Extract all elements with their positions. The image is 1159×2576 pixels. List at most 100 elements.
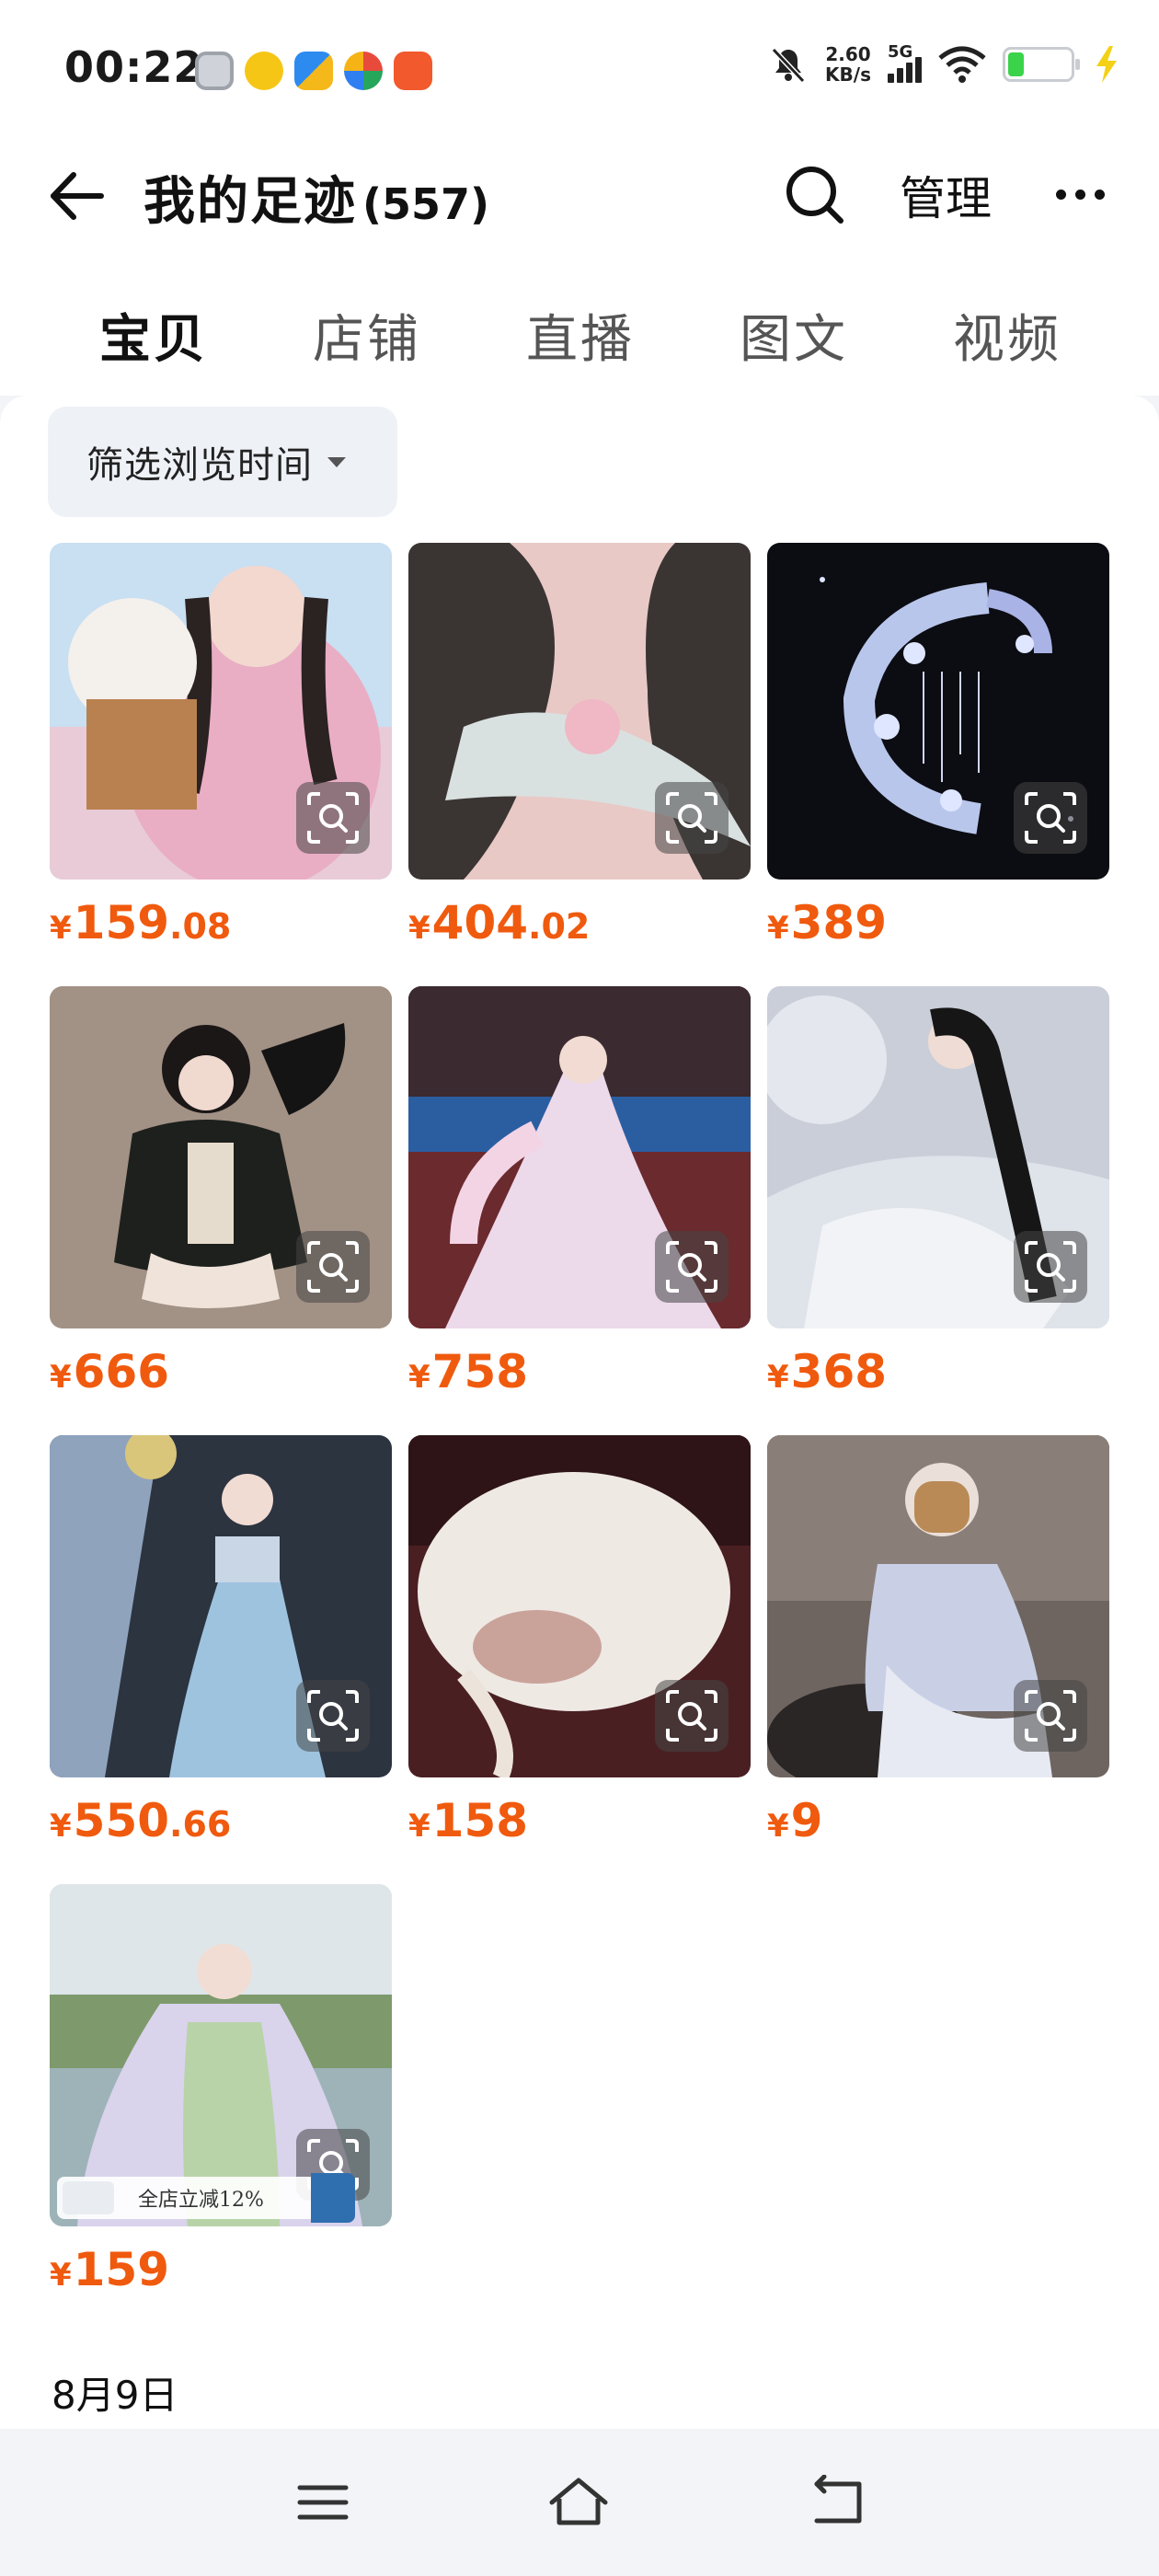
- page-title-text: 我的足迹: [143, 172, 357, 232]
- price-currency: ¥: [50, 2257, 72, 2294]
- image-search-button[interactable]: [655, 782, 729, 854]
- scan-image-search-icon: [1025, 792, 1076, 844]
- search-button[interactable]: [782, 162, 848, 228]
- product-image[interactable]: [408, 1435, 751, 1777]
- product-price: ¥758: [408, 1345, 751, 1398]
- promo-banner: 全店立减12%: [57, 2173, 355, 2223]
- manage-button[interactable]: 管理: [900, 162, 992, 228]
- price-integer: 158: [431, 1794, 529, 1847]
- charging-bolt-icon: [1096, 46, 1117, 83]
- image-search-button[interactable]: [296, 1231, 370, 1303]
- recent-apps-button[interactable]: [291, 2475, 355, 2530]
- home-button[interactable]: [546, 2475, 611, 2530]
- search-icon: [786, 167, 843, 224]
- product-card[interactable]: ¥389: [767, 543, 1109, 949]
- more-dot-icon: [1056, 189, 1066, 200]
- caret-down-icon: [327, 456, 346, 467]
- price-integer: 550: [73, 1794, 170, 1847]
- back-nav-button[interactable]: [804, 2474, 868, 2530]
- browser-app-icon: [344, 52, 383, 90]
- price-integer: 758: [431, 1345, 529, 1398]
- back-button[interactable]: [46, 164, 110, 228]
- scan-image-search-icon: [307, 1690, 359, 1742]
- product-card[interactable]: ¥159.08: [50, 543, 392, 949]
- price-integer: 666: [73, 1345, 170, 1398]
- mute-bell-icon: [771, 47, 806, 84]
- product-card[interactable]: 全店立减12% ¥159: [50, 1884, 392, 2296]
- product-card[interactable]: ¥9: [767, 1435, 1109, 1847]
- product-price: ¥9: [767, 1794, 1109, 1847]
- product-price: ¥389: [767, 896, 1109, 949]
- product-price: ¥158: [408, 1794, 751, 1847]
- tab-posts[interactable]: 图文: [740, 298, 848, 373]
- product-image[interactable]: [408, 986, 751, 1328]
- image-search-button[interactable]: [296, 1680, 370, 1752]
- signal-bar: [906, 63, 912, 83]
- back-arrow-icon: [51, 172, 104, 220]
- network-speed-unit: KB/s: [825, 63, 871, 86]
- home-icon: [549, 2478, 608, 2525]
- product-image[interactable]: [408, 543, 751, 880]
- filter-label: 筛选浏览时间: [86, 444, 313, 487]
- product-image[interactable]: [50, 986, 392, 1328]
- product-card[interactable]: ¥404.02: [408, 543, 751, 949]
- tab-videos[interactable]: 视频: [953, 298, 1061, 373]
- product-price: ¥368: [767, 1345, 1109, 1398]
- network-speed-value: 2.60: [825, 43, 871, 65]
- battery-tip: [1075, 59, 1080, 70]
- price-currency: ¥: [767, 910, 789, 947]
- tab-shops[interactable]: 店铺: [313, 298, 421, 373]
- price-currency: ¥: [408, 1808, 430, 1845]
- more-dot-icon: [1075, 189, 1085, 200]
- more-button[interactable]: [1056, 180, 1115, 208]
- scan-image-search-icon: [1025, 1241, 1076, 1293]
- image-search-button[interactable]: [1014, 1680, 1087, 1752]
- network-type-label: 5G: [888, 42, 913, 62]
- scan-image-search-icon: [1025, 1690, 1076, 1742]
- image-search-button[interactable]: [296, 782, 370, 854]
- product-image[interactable]: [767, 986, 1109, 1328]
- product-card[interactable]: ¥550.66: [50, 1435, 392, 1847]
- product-card[interactable]: ¥158: [408, 1435, 751, 1847]
- tab-items[interactable]: 宝贝: [99, 298, 208, 373]
- price-decimal: .66: [169, 1804, 232, 1845]
- product-card[interactable]: ¥368: [767, 986, 1109, 1398]
- product-image[interactable]: [767, 1435, 1109, 1777]
- price-decimal: .02: [528, 906, 591, 947]
- system-navigation-bar: [0, 2429, 1159, 2576]
- battery-icon: [1003, 47, 1080, 82]
- product-price: ¥666: [50, 1345, 392, 1398]
- price-integer: 389: [790, 896, 888, 949]
- image-search-button[interactable]: [655, 1231, 729, 1303]
- signal-bar: [915, 57, 922, 83]
- tab-live[interactable]: 直播: [526, 298, 635, 373]
- price-currency: ¥: [408, 1359, 430, 1396]
- price-currency: ¥: [767, 1359, 789, 1396]
- image-search-button[interactable]: [655, 1680, 729, 1752]
- shop-logo: [63, 2181, 114, 2214]
- back-nav-icon: [814, 2474, 862, 2524]
- browse-time-filter[interactable]: 筛选浏览时间: [48, 407, 397, 517]
- product-image[interactable]: 全店立减12%: [50, 1884, 392, 2226]
- product-image[interactable]: [50, 1435, 392, 1777]
- product-image[interactable]: [50, 543, 392, 880]
- image-search-button[interactable]: [1014, 782, 1087, 854]
- cellular-signal-icon: 5G: [888, 42, 922, 83]
- product-card[interactable]: ¥758: [408, 986, 751, 1398]
- price-currency: ¥: [50, 910, 72, 947]
- product-price: ¥159: [50, 2243, 392, 2296]
- price-currency: ¥: [408, 910, 430, 947]
- shop-app-icon: [394, 52, 432, 90]
- section-date-header: 8月9日: [52, 2373, 178, 2418]
- signal-bar: [897, 68, 903, 83]
- product-card[interactable]: ¥666: [50, 986, 392, 1398]
- status-indicators: 2.60 KB/s 5G: [768, 42, 1122, 85]
- product-image[interactable]: [767, 543, 1109, 880]
- price-decimal: .08: [169, 906, 232, 947]
- category-tabs: 宝贝 店铺 直播 图文 视频: [0, 258, 1159, 396]
- image-search-button[interactable]: [1014, 1231, 1087, 1303]
- signal-bar: [888, 74, 894, 83]
- product-price: ¥159.08: [50, 896, 392, 949]
- scan-image-search-icon: [666, 792, 717, 844]
- network-speed: 2.60 KB/s: [825, 44, 871, 85]
